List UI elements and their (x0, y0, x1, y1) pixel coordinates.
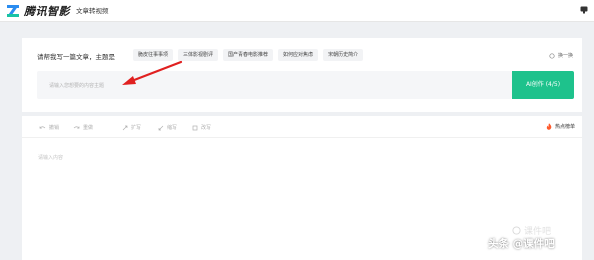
topic-chip[interactable]: 宋朝历史简介 (323, 49, 364, 61)
ai-create-button[interactable]: AI创作 (4/5) (512, 71, 574, 99)
editor-placeholder: 请输入内容 (38, 155, 64, 161)
flame-icon (546, 123, 552, 130)
hot-topics-button[interactable]: 热点榜单 (546, 123, 575, 130)
redo-icon (73, 125, 80, 129)
topic-chip[interactable]: 三体影视剧评 (178, 49, 219, 61)
rewrite-label: 改写 (201, 125, 212, 131)
prompt-label: 请帮我写一篇文章，主题是 (37, 53, 115, 61)
expand-label: 扩写 (131, 125, 142, 131)
rewrite-button[interactable]: 改写 (192, 124, 211, 131)
topic-chip[interactable]: 如何应对焦虑 (278, 49, 319, 61)
watermark-logo-icon (512, 226, 521, 235)
brand-logo[interactable]: 腾讯智影 (6, 3, 70, 19)
redo-label: 重做 (83, 125, 94, 131)
watermark-text: 头条 @课件吧 (488, 238, 555, 250)
user-menu-icon[interactable] (580, 6, 588, 14)
shuffle-button[interactable]: 换一换 (549, 52, 573, 59)
topic-suggestions: 脆皮往事事项 三体影视剧评 国产青春电影推荐 如何应对焦虑 宋朝历史简介 (133, 49, 368, 61)
top-bar: 腾讯智影 文章转视频 (0, 0, 594, 22)
topic-chip[interactable]: 国产青春电影推荐 (223, 49, 274, 61)
shorten-label: 缩写 (167, 125, 178, 131)
expand-button[interactable]: 扩写 (122, 124, 141, 131)
undo-label: 撤销 (49, 125, 60, 131)
rewrite-icon (192, 125, 198, 130)
logo-icon (6, 4, 20, 18)
prompt-panel: 请帮我写一篇文章，主题是 脆皮往事事项 三体影视剧评 国产青春电影推荐 如何应对… (22, 38, 582, 112)
hot-topics-label: 热点榜单 (555, 124, 576, 130)
refresh-icon (549, 52, 555, 59)
tab-article-to-video[interactable]: 文章转视频 (76, 5, 109, 15)
topic-input[interactable]: 请输入您想要的内容主题 (37, 71, 512, 99)
topic-chip[interactable]: 脆皮往事事项 (133, 49, 174, 61)
expand-icon (122, 125, 128, 130)
undo-button[interactable]: 撤销 (39, 124, 59, 131)
redo-button[interactable]: 重做 (73, 124, 93, 131)
shuffle-label: 换一换 (558, 53, 574, 59)
shorten-button[interactable]: 缩写 (158, 124, 177, 131)
shorten-icon (158, 125, 164, 130)
topic-input-placeholder: 请输入您想要的内容主题 (49, 83, 105, 89)
undo-icon (39, 125, 46, 129)
brand-name: 腾讯智影 (24, 5, 70, 18)
editor-toolbar: 撤销 重做 扩写 缩写 改写 热点榜单 (22, 116, 582, 138)
